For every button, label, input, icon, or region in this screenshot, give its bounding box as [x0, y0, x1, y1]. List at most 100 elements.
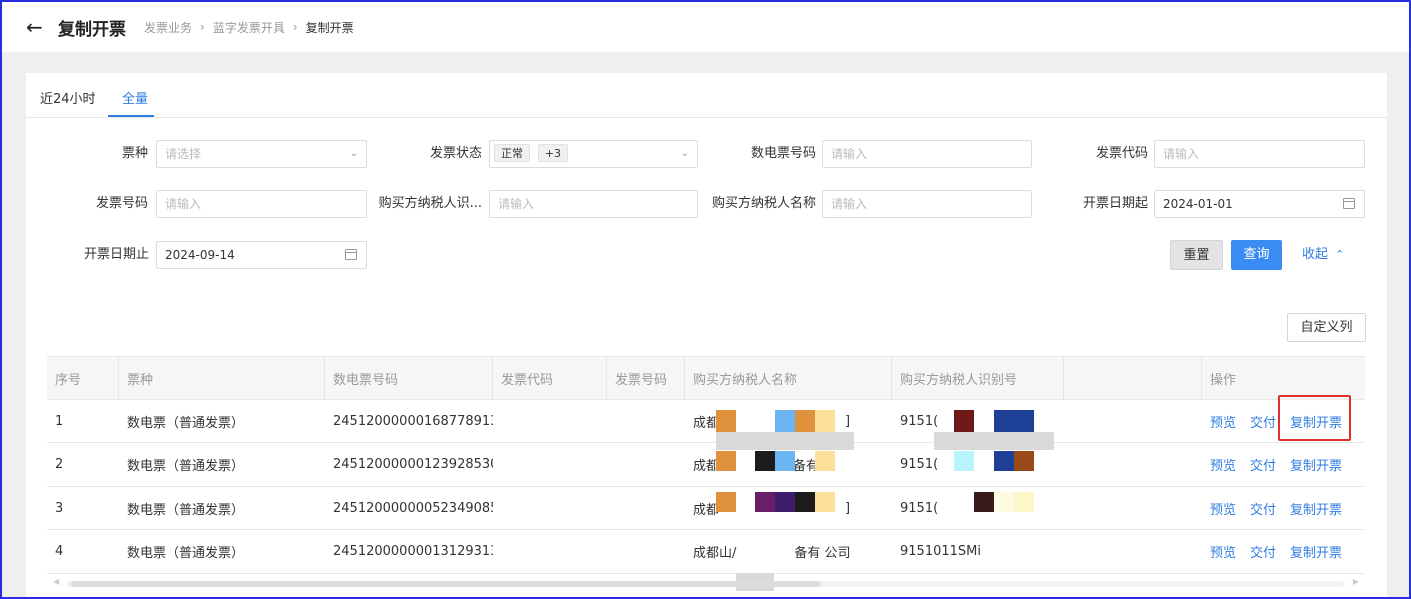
scroll-right-icon[interactable]: ▶	[1353, 577, 1359, 586]
row-ticket-type: 数电票（普通发票）	[127, 546, 245, 561]
copy-invoice-link[interactable]: 复制开票	[1290, 499, 1342, 518]
col-header-buyer-tax-id: 购买方纳税人识别号	[892, 357, 1064, 399]
table-header: 序号 票种 数电票号码 发票代码 发票号码 购买方纳税人名称 购买方纳税人识别号…	[47, 356, 1365, 400]
status-select[interactable]: 正常 +3 ⌄	[489, 140, 698, 168]
col-header-e-invoice-no: 数电票号码	[325, 357, 493, 399]
buyer-name-prefix: 成都山/	[693, 546, 737, 561]
invoice-no-placeholder: 请输入	[165, 197, 202, 211]
date-end-picker[interactable]: 2024-09-14	[156, 241, 367, 269]
chevron-up-icon: ⌃	[1335, 248, 1345, 261]
deliver-link[interactable]: 交付	[1250, 412, 1276, 431]
date-end-label: 开票日期止	[83, 247, 149, 262]
col-header-index: 序号	[47, 357, 119, 399]
app-window: ← 复制开票 发票业务 › 蓝字发票开具 › 复制开票 近24小时 全量 票种 …	[0, 0, 1411, 599]
date-start-picker[interactable]: 2024-01-01	[1154, 190, 1365, 218]
status-tag-normal: 正常	[494, 144, 530, 162]
row-index: 4	[55, 544, 64, 559]
buyer-tax-id-placeholder: 请输入	[498, 197, 535, 211]
buyer-name-input[interactable]: 请输入	[822, 190, 1032, 218]
deliver-link[interactable]: 交付	[1250, 455, 1276, 474]
breadcrumb-item-invoice-business[interactable]: 发票业务	[144, 19, 192, 36]
copy-invoice-link[interactable]: 复制开票	[1290, 542, 1342, 561]
buyer-name-suffix: ]	[845, 500, 851, 516]
col-header-invoice-code: 发票代码	[493, 357, 607, 399]
ticket-type-label: 票种	[121, 146, 148, 161]
col-header-blank	[1064, 357, 1202, 399]
ticket-type-placeholder: 请选择	[165, 147, 202, 161]
deliver-link[interactable]: 交付	[1250, 499, 1276, 518]
scrollbar-thumb[interactable]	[71, 581, 821, 587]
arrow-left-icon[interactable]: ←	[26, 17, 48, 37]
col-header-actions: 操作	[1210, 372, 1237, 388]
tab-all[interactable]: 全量	[122, 88, 148, 107]
col-header-buyer-name: 购买方纳税人名称	[685, 357, 892, 399]
reset-button[interactable]: 重置	[1170, 240, 1223, 270]
row-e-invoice-no: 24512000000052349085	[333, 500, 493, 516]
invoice-no-label: 发票号码	[95, 196, 148, 211]
table-row: 1 数电票（普通发票） 24512000000168778913 成都 ] 91…	[47, 395, 1365, 443]
tab-last-24-hours[interactable]: 近24小时	[40, 88, 96, 107]
row-buyer-name: 成都山/ 备有 公司	[685, 530, 892, 573]
e-invoice-no-placeholder: 请输入	[831, 147, 868, 161]
row-e-invoice-no: 24512000000123928530	[333, 457, 493, 472]
e-invoice-no-label: 数电票号码	[750, 146, 816, 161]
page-header: ← 复制开票 发票业务 › 蓝字发票开具 › 复制开票	[2, 2, 1409, 52]
table-row: 4 数电票（普通发票） 24512000000013129313 成都山/ 备有…	[47, 530, 1365, 574]
breadcrumb-item-blue-invoice[interactable]: 蓝字发票开具	[213, 19, 285, 36]
status-tag-more: +3	[537, 144, 569, 162]
preview-link[interactable]: 预览	[1210, 455, 1236, 474]
chevron-right-icon: ›	[200, 20, 205, 34]
content-card: 近24小时 全量 票种 请选择 ⌄ 发票状态 正常 +3 ⌄ 数电票号码 请输入…	[26, 73, 1387, 597]
date-start-label: 开票日期起	[1082, 196, 1148, 211]
chevron-down-icon: ⌄	[349, 148, 358, 159]
breadcrumb-item-current: 复制开票	[305, 20, 354, 35]
invoice-code-label: 发票代码	[1095, 146, 1148, 161]
preview-link[interactable]: 预览	[1210, 542, 1236, 561]
status-label: 发票状态	[429, 146, 482, 161]
chevron-down-icon: ⌄	[680, 148, 689, 159]
table-row: 3 数电票（普通发票） 24512000000052349085 成都 ] 91…	[47, 487, 1365, 530]
deliver-link[interactable]: 交付	[1250, 542, 1276, 561]
buyer-name-label: 购买方纳税人名称	[711, 196, 816, 211]
row-actions: 预览 交付 复制开票	[1202, 487, 1365, 529]
highlight-box	[1278, 395, 1351, 441]
buyer-tax-id-input[interactable]: 请输入	[489, 190, 698, 218]
calendar-icon	[1343, 198, 1355, 209]
ticket-type-select[interactable]: 请选择 ⌄	[156, 140, 367, 168]
breadcrumb: 发票业务 › 蓝字发票开具 › 复制开票	[144, 19, 354, 36]
invoice-code-placeholder: 请输入	[1163, 147, 1200, 161]
invoice-code-input[interactable]: 请输入	[1154, 140, 1365, 168]
e-invoice-no-input[interactable]: 请输入	[822, 140, 1032, 168]
row-actions: 预览 交付 复制开票	[1202, 443, 1365, 486]
row-ticket-type: 数电票（普通发票）	[127, 459, 245, 474]
collapse-label: 收起	[1302, 247, 1329, 262]
row-index: 2	[55, 457, 64, 472]
active-tab-indicator	[108, 115, 154, 117]
row-actions: 预览 交付 复制开票	[1202, 530, 1365, 573]
row-e-invoice-no: 24512000000013129313	[333, 544, 493, 559]
preview-link[interactable]: 预览	[1210, 412, 1236, 431]
row-index: 1	[55, 413, 64, 429]
col-header-ticket-type: 票种	[119, 357, 325, 399]
page-title: 复制开票	[58, 19, 126, 40]
copy-invoice-link[interactable]: 复制开票	[1290, 455, 1342, 474]
col-header-invoice-no: 发票号码	[607, 357, 685, 399]
buyer-name-suffix: 备有 公司	[794, 546, 851, 561]
date-end-value: 2024-09-14	[165, 248, 235, 262]
row-ticket-type: 数电票（普通发票）	[127, 415, 245, 431]
query-button[interactable]: 查询	[1231, 240, 1282, 270]
horizontal-scrollbar[interactable]: ◀ ▶	[47, 577, 1365, 591]
custom-columns-button[interactable]: 自定义列	[1287, 313, 1366, 342]
scroll-left-icon[interactable]: ◀	[53, 577, 59, 586]
date-start-value: 2024-01-01	[1163, 197, 1233, 211]
collapse-link[interactable]: 收起 ⌃	[1302, 240, 1352, 270]
tab-bar: 近24小时 全量	[26, 73, 1387, 118]
row-index: 3	[55, 500, 64, 516]
calendar-icon	[345, 249, 357, 260]
preview-link[interactable]: 预览	[1210, 499, 1236, 518]
chevron-right-icon: ›	[292, 20, 298, 34]
row-buyer-tax-id: 9151011SMi	[900, 544, 981, 559]
invoice-no-input[interactable]: 请输入	[156, 190, 367, 218]
row-e-invoice-no: 24512000000168778913	[333, 413, 493, 429]
buyer-name-placeholder: 请输入	[831, 197, 868, 211]
